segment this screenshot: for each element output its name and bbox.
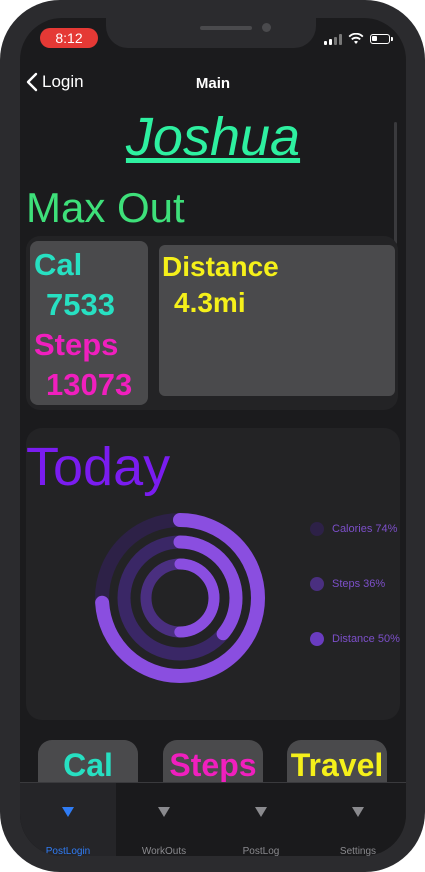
wifi-icon — [348, 33, 364, 44]
status-icons — [324, 32, 393, 46]
status-time: 8:12 — [40, 28, 98, 48]
camera-dot — [262, 23, 271, 32]
today-card: Today Calories 74% Steps 36% Distance 50… — [26, 428, 400, 720]
tab-postlog[interactable]: PostLog — [213, 783, 309, 856]
today-title: Today — [26, 437, 171, 497]
user-name: Joshua — [125, 107, 301, 167]
activity-rings — [95, 513, 265, 683]
max-distance-label: Distance — [162, 251, 279, 282]
legend-dot-steps — [310, 577, 324, 591]
tab-postlogin-icon — [62, 807, 74, 817]
app-screen: 8:12 Login Main Joshua Max Out Cal 7533 … — [20, 18, 406, 856]
scroll-indicator — [394, 122, 397, 244]
max-cal-label: Cal — [34, 247, 83, 282]
max-steps-label: Steps — [34, 327, 119, 362]
legend-item-steps: Steps 36% — [310, 577, 385, 591]
legend-label-distance: Distance 50% — [332, 633, 400, 645]
tab-bar: PostLogin WorkOuts PostLog Settings — [20, 782, 406, 856]
device-notch — [106, 18, 316, 48]
tab-postlog-icon — [255, 807, 267, 817]
legend-dot-calories — [310, 522, 324, 536]
max-distance-value: 4.3mi — [174, 287, 246, 318]
legend-label-calories: Calories 74% — [332, 523, 398, 535]
tab-postlog-label: PostLog — [242, 846, 280, 856]
battery-icon — [370, 34, 393, 44]
tab-workouts-icon — [158, 807, 170, 817]
tab-settings[interactable]: Settings — [310, 783, 406, 856]
phone-frame: 8:12 Login Main Joshua Max Out Cal 7533 … — [0, 0, 425, 872]
tab-workouts[interactable]: WorkOuts — [116, 783, 212, 856]
tab-postlogin[interactable]: PostLogin — [20, 783, 116, 856]
max-cal-value: 7533 — [46, 287, 115, 322]
max-out-title: Max Out — [26, 184, 185, 231]
distance-tile: Distance 4.3mi — [159, 245, 395, 396]
legend-item-calories: Calories 74% — [310, 522, 397, 536]
signal-icon — [324, 33, 342, 45]
cal-steps-tile: Cal 7533 Steps 13073 — [30, 241, 148, 405]
tab-settings-label: Settings — [339, 846, 377, 856]
speaker-grille — [200, 26, 252, 30]
tab-settings-icon — [352, 807, 364, 817]
max-steps-value: 13073 — [46, 367, 133, 402]
max-out-card: Cal 7533 Steps 13073 Distance 4.3mi — [26, 236, 398, 410]
tab-workouts-label: WorkOuts — [141, 846, 187, 856]
legend-item-distance: Distance 50% — [310, 632, 400, 646]
legend-dot-distance — [310, 632, 324, 646]
tab-postlogin-label: PostLogin — [45, 846, 91, 856]
legend-label-steps: Steps 36% — [332, 578, 386, 590]
nav-title: Main — [195, 75, 231, 92]
